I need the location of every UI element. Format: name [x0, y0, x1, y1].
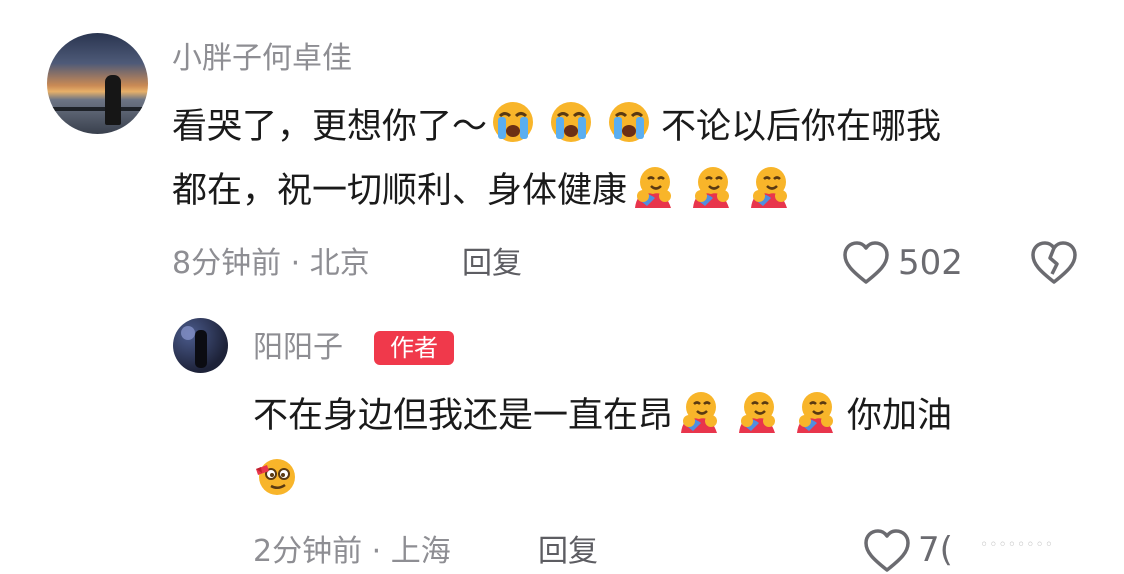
- watermark: ◦◦◦◦◦◦◦◦: [980, 537, 1055, 553]
- hugging-face-emoji: [693, 167, 730, 208]
- author-username[interactable]: 阳阳子: [253, 331, 343, 365]
- hugging-face-emoji: [635, 167, 672, 208]
- comment-text-line2: 都在，祝一切顺利、身体健康: [172, 171, 628, 211]
- hugging-face-emoji: [751, 167, 788, 208]
- comment-reply-button[interactable]: 回复: [462, 247, 522, 281]
- loudly-crying-face-emoji: [609, 102, 650, 142]
- avatar-figure: [105, 75, 121, 125]
- heart-outline-icon[interactable]: [863, 528, 911, 574]
- reply-meta: 2分钟前 · 上海: [253, 534, 451, 569]
- author-badge: 作者: [374, 331, 454, 365]
- reply-text-part2: 你加油: [847, 396, 953, 436]
- hugging-face-emoji: [739, 392, 776, 433]
- loudly-crying-face-emoji: [551, 102, 592, 142]
- avatar-figure: [195, 330, 207, 368]
- commenter-avatar[interactable]: [47, 33, 148, 134]
- author-avatar[interactable]: [173, 318, 228, 373]
- heart-outline-icon[interactable]: [842, 240, 890, 286]
- avatar-light: [181, 326, 195, 340]
- loudly-crying-face-emoji: [493, 102, 534, 142]
- comment-like-count: 502: [898, 243, 963, 283]
- hugging-face-emoji: [797, 392, 834, 433]
- hugging-face-emoji: [681, 392, 718, 433]
- broken-heart-icon[interactable]: [1030, 240, 1078, 286]
- comment-text-part2: 不论以后你在哪我: [661, 107, 942, 147]
- avatar-rail: [47, 107, 148, 111]
- comment-text-part1: 看哭了，更想你了～: [172, 107, 488, 147]
- reply-reply-button[interactable]: 回复: [538, 535, 598, 569]
- zany-face-emoji: [256, 459, 295, 495]
- reply-text: 不在身边但我还是一直在昂 你加油: [253, 384, 1093, 512]
- comment-meta: 8分钟前 · 北京: [172, 246, 370, 281]
- commenter-username[interactable]: 小胖子何卓佳: [172, 42, 352, 76]
- reply-text-part1: 不在身边但我还是一直在昂: [253, 396, 674, 436]
- reply-like-count: 7(: [918, 530, 953, 570]
- comment-text: 看哭了，更想你了～ 不论以后你在哪我 都在，祝一切顺利、身体健康: [172, 95, 1092, 223]
